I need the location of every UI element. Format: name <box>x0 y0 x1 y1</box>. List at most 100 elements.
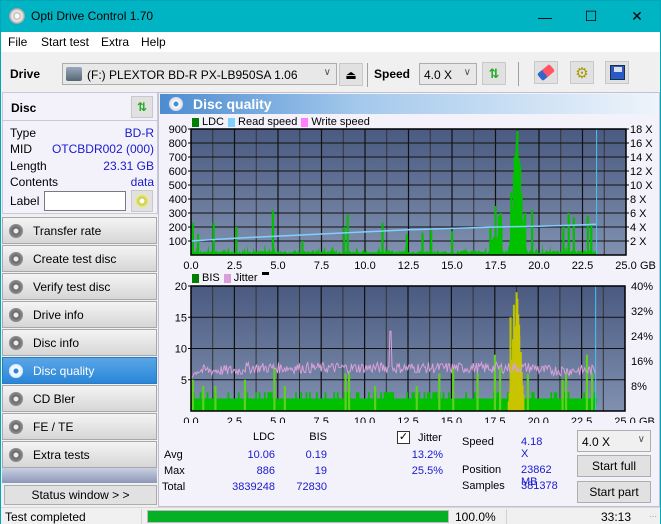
nav-cd-bler[interactable]: CD Bler <box>2 385 157 412</box>
x-unit-label: GB <box>640 260 656 272</box>
save-icon <box>609 65 625 80</box>
nav-transfer-rate[interactable]: Transfer rate <box>2 217 157 244</box>
ldc-bar <box>586 215 589 255</box>
x-unit-label: GB <box>639 416 655 423</box>
settings-icon: ⚙ <box>575 64 589 82</box>
chevron-down-icon: ∨ <box>463 67 471 78</box>
nav-extra-tests[interactable]: Extra tests <box>2 441 157 468</box>
col-header-ldc: LDC <box>252 431 275 443</box>
refresh-icon: ⇅ <box>488 65 500 81</box>
menu-extra[interactable]: Extra <box>101 35 129 49</box>
x-tick-label: 5.0 <box>270 416 285 423</box>
disc-header: Disc <box>11 101 37 115</box>
x-tick-label: 0.0 <box>183 260 198 272</box>
divider <box>506 509 507 524</box>
x-tick-label: 5.0 <box>270 260 285 272</box>
erase-button[interactable] <box>534 61 558 84</box>
start-part-button[interactable]: Start part <box>577 481 651 503</box>
eject-button[interactable]: ⏏ <box>339 63 363 86</box>
nav-label: FE / TE <box>33 420 74 434</box>
status-window-button[interactable]: Status window > > <box>4 485 157 505</box>
y-tick-label: 300 <box>169 208 187 220</box>
y2-tick-label: 12 X <box>630 166 653 178</box>
x-tick-label: 20.0 <box>528 260 549 272</box>
bis-jitter-chart: 5 10 15 20 8% 16% 24% 32% 40% 0.0 2.5 5.0 7.5 10.0 12.… <box>175 281 655 423</box>
max-bis: 19 <box>314 465 327 477</box>
ldc-bar <box>430 229 433 255</box>
bis-bar <box>283 386 286 411</box>
refresh-button[interactable]: ⇅ <box>482 62 506 85</box>
extra-tests-icon <box>9 448 23 462</box>
bis-bar <box>273 367 276 411</box>
y2-tick-label: 16% <box>631 356 653 368</box>
ldc-bar <box>381 222 384 255</box>
eject-icon: ⏏ <box>345 67 357 82</box>
sidebar: Disc ⇅ Type BD-R MID OTCBDR002 (000) Len… <box>2 92 158 507</box>
label-input[interactable] <box>44 191 126 211</box>
ldc-bar <box>271 210 274 255</box>
nav-label: CD Bler <box>33 392 76 406</box>
ldc-bar <box>531 210 534 255</box>
ldc-bar <box>405 234 408 255</box>
nav-disc-info[interactable]: Disc info <box>2 329 157 356</box>
menu-help[interactable]: Help <box>141 35 166 49</box>
nav-label: Verify test disc <box>33 280 111 294</box>
bis-bar <box>452 367 455 411</box>
bis-bar <box>347 373 351 411</box>
nav-disc-quality[interactable]: Disc quality <box>2 357 157 384</box>
label-disc-button[interactable] <box>131 190 153 212</box>
bis-bar <box>476 373 479 411</box>
minimize-button[interactable]: — <box>522 1 568 32</box>
disc-refresh-button[interactable]: ⇅ <box>131 96 153 118</box>
ldc-bar <box>451 231 454 255</box>
disc-row-type: Type BD-R <box>10 126 154 142</box>
ldc-bar <box>346 214 349 255</box>
verify-disc-icon <box>9 280 23 294</box>
settings-button[interactable]: ⚙ <box>570 61 594 84</box>
y2-tick-label: 18 X <box>630 124 653 136</box>
avg-jitter: 13.2% <box>411 449 443 461</box>
speed-select[interactable]: 4.0 X ∨ <box>419 63 477 85</box>
y-tick-label: 600 <box>169 166 187 178</box>
y2-tick-label: 14 X <box>630 152 653 164</box>
avg-ldc: 10.06 <box>247 449 275 461</box>
row-label-total: Total <box>162 481 186 493</box>
bis-bar <box>202 386 205 411</box>
menu-file[interactable]: File <box>8 35 27 49</box>
drive-select[interactable]: (F:) PLEXTOR BD-R PX-LB950SA 1.06 ∨ <box>62 63 337 85</box>
samples-label: Samples <box>462 480 505 492</box>
bis-bar <box>522 394 525 411</box>
toolbar: Drive (F:) PLEXTOR BD-R PX-LB950SA 1.06 … <box>1 52 660 92</box>
test-speed-select[interactable]: 4.0 X ∨ <box>577 430 651 452</box>
speed-label: Speed <box>374 67 411 81</box>
bis-bar <box>344 373 347 411</box>
jitter-checkbox[interactable]: ✓ <box>397 431 410 444</box>
nav-verify-test-disc[interactable]: Verify test disc <box>2 273 157 300</box>
ldc-bar <box>562 227 565 255</box>
menu-start-test[interactable]: Start test <box>41 35 89 49</box>
ldc-chart: 100 200 300 400 500 600 700 800 900 2 X 4 X 6 X 8 X 1… <box>169 124 656 272</box>
close-button[interactable]: ✕ <box>614 1 660 32</box>
transfer-rate-icon <box>9 224 23 238</box>
save-button[interactable] <box>605 61 629 84</box>
y-tick-label: 200 <box>169 222 187 234</box>
y-tick-label: 500 <box>169 180 187 192</box>
nav-fe-te[interactable]: FE / TE <box>2 413 157 440</box>
maximize-button[interactable]: ☐ <box>568 1 614 32</box>
charts-svg: 100 200 300 400 500 600 700 800 900 2 X 4 X 6 X 8 X 1… <box>169 124 656 423</box>
divider <box>3 120 157 121</box>
bis-bar <box>415 386 418 411</box>
nav-drive-info[interactable]: Drive info <box>2 301 157 328</box>
start-full-button[interactable]: Start full <box>577 455 651 477</box>
nav-label: Extra tests <box>33 448 90 462</box>
disc-info-panel: Disc ⇅ Type BD-R MID OTCBDR002 (000) Len… <box>2 92 158 214</box>
ldc-bar <box>191 222 194 255</box>
x-tick-label: 2.5 <box>227 260 242 272</box>
bis-bar <box>243 379 247 411</box>
nav-create-test-disc[interactable]: Create test disc <box>2 245 157 272</box>
resize-grip-icon[interactable]: ⋯ <box>649 512 657 521</box>
elapsed-time: 33:13 <box>601 510 632 524</box>
bis-bar <box>374 386 377 411</box>
y2-tick-label: 8 X <box>630 194 647 206</box>
chevron-down-icon: ∨ <box>637 434 645 445</box>
